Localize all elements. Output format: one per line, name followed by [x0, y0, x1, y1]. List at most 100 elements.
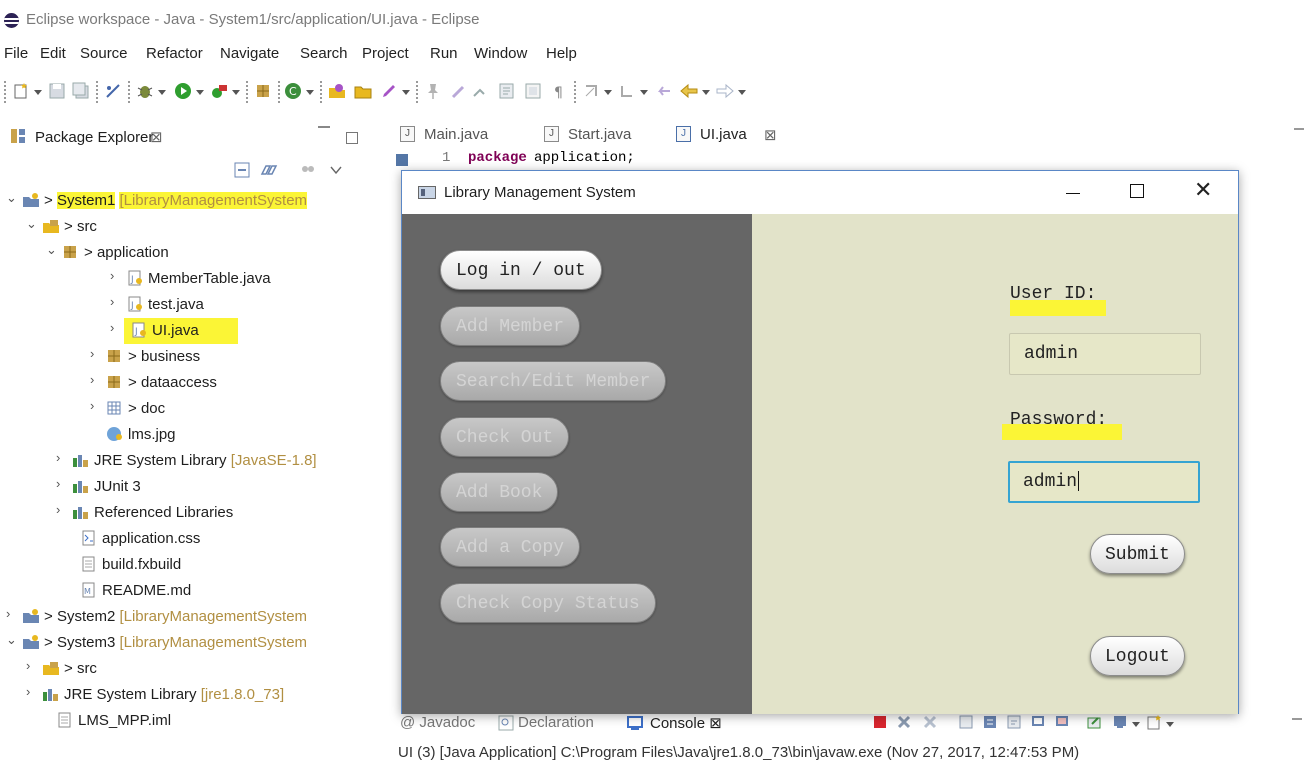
chevron-down-icon[interactable]: ⌄ [26, 216, 37, 232]
previous-annotation-icon[interactable] [618, 82, 636, 100]
tree-item-lms-jpg[interactable]: lms.jpg [0, 422, 386, 448]
maximize-icon[interactable] [346, 132, 358, 144]
tree-item-membertable[interactable]: › J MemberTable.java [0, 266, 386, 292]
chevron-right-icon[interactable]: › [110, 320, 120, 335]
display-selected-console-icon[interactable] [1112, 714, 1128, 730]
chevron-right-icon[interactable]: › [26, 684, 36, 699]
last-edit-location-icon[interactable] [654, 82, 672, 100]
clear-console-icon[interactable] [958, 714, 974, 730]
dropdown-arrow-icon[interactable] [158, 90, 166, 95]
tree-item-jre-system-library[interactable]: › JRE System Library [jre1.8.0_73] [0, 682, 386, 708]
dropdown-arrow-icon[interactable] [34, 90, 42, 95]
tree-item-doc[interactable]: › > doc [0, 396, 386, 422]
tree-item-build-fxbuild[interactable]: build.fxbuild [0, 552, 386, 578]
tree-item-readme[interactable]: M README.md [0, 578, 386, 604]
dropdown-arrow-icon[interactable] [306, 90, 314, 95]
code-line[interactable]: 1 package application; [396, 150, 1306, 170]
link-with-editor-icon[interactable] [260, 162, 278, 178]
dropdown-arrow-icon[interactable] [738, 90, 746, 95]
tree-item-test[interactable]: › J test.java [0, 292, 386, 318]
close-icon[interactable]: ⊠ [150, 128, 163, 146]
tree-item-src[interactable]: › > src [0, 656, 386, 682]
remove-all-icon[interactable] [922, 714, 940, 730]
pin-console-icon[interactable] [1086, 714, 1102, 730]
menu-window[interactable]: Window [474, 45, 527, 62]
dropdown-arrow-icon[interactable] [702, 90, 710, 95]
show-console-icon[interactable] [1030, 714, 1046, 730]
menu-help[interactable]: Help [546, 45, 577, 62]
menu-refactor[interactable]: Refactor [146, 45, 203, 62]
tree-item-jre-system-library[interactable]: › JRE System Library [JavaSE-1.8] [0, 448, 386, 474]
menu-source[interactable]: Source [80, 45, 128, 62]
tab-start-java[interactable]: J Start.java [544, 124, 664, 150]
new-java-class-icon[interactable]: C [284, 82, 302, 100]
dropdown-arrow-icon[interactable] [1132, 722, 1140, 727]
dropdown-arrow-icon[interactable] [640, 90, 648, 95]
chevron-right-icon[interactable]: › [90, 398, 100, 413]
block-selection-icon[interactable] [472, 82, 490, 100]
open-type-icon[interactable] [328, 82, 346, 100]
chevron-right-icon[interactable]: › [56, 502, 66, 517]
tab-ui-java[interactable]: J UI.java ⊠ [676, 124, 796, 150]
save-all-icon[interactable] [72, 82, 90, 100]
tree-item-system1[interactable]: ⌄ > System1 [LibraryManagementSystem [0, 188, 386, 214]
search-pen-icon[interactable] [380, 82, 398, 100]
tab-declaration[interactable]: Declaration [518, 714, 594, 731]
tree-item-junit[interactable]: › JUnit 3 [0, 474, 386, 500]
menu-project[interactable]: Project [362, 45, 409, 62]
menu-search[interactable]: Search [300, 45, 348, 62]
menu-edit[interactable]: Edit [40, 45, 66, 62]
chevron-right-icon[interactable]: › [6, 606, 16, 621]
maximize-icon[interactable] [1130, 184, 1144, 198]
dropdown-arrow-icon[interactable] [232, 90, 240, 95]
show-source-icon[interactable] [498, 82, 516, 100]
tree-item-system2[interactable]: › > System2 [LibraryManagementSystem [0, 604, 386, 630]
tree-item-dataaccess[interactable]: › > dataaccess [0, 370, 386, 396]
pilcrow-icon[interactable]: ¶ [550, 82, 568, 100]
check-out-button[interactable]: Check Out [440, 417, 570, 457]
scroll-lock-icon[interactable] [982, 714, 998, 730]
tree-item-business[interactable]: › > business [0, 344, 386, 370]
login-logout-button[interactable]: Log in / out [440, 250, 602, 290]
save-icon[interactable] [48, 82, 66, 100]
chevron-right-icon[interactable]: › [90, 346, 100, 361]
check-copy-status-button[interactable]: Check Copy Status [440, 583, 656, 623]
show-whitespace-icon[interactable] [524, 82, 542, 100]
open-console-icon[interactable] [1146, 714, 1162, 730]
tab-package-explorer[interactable]: Package Explorer ⊠ [10, 124, 222, 152]
focus-icon[interactable] [300, 162, 316, 178]
new-java-package-icon[interactable] [254, 82, 272, 100]
close-icon[interactable]: ⊠ [764, 126, 777, 144]
password-input[interactable]: admin [1008, 461, 1200, 503]
tree-item-application-css[interactable]: application.css [0, 526, 386, 552]
menu-navigate[interactable]: Navigate [220, 45, 279, 62]
tree-item-lms-mpp-iml[interactable]: LMS_MPP.iml [0, 708, 386, 734]
chevron-down-icon[interactable]: ⌄ [46, 242, 57, 258]
search-edit-member-button[interactable]: Search/Edit Member [440, 361, 667, 401]
chevron-right-icon[interactable]: › [56, 450, 66, 465]
tab-main-java[interactable]: J Main.java [400, 124, 530, 150]
external-tools-icon[interactable] [210, 82, 228, 100]
chevron-down-icon[interactable]: ⌄ [6, 632, 17, 648]
add-copy-button[interactable]: Add a Copy [440, 527, 581, 567]
dropdown-arrow-icon[interactable] [402, 90, 410, 95]
user-id-input[interactable]: admin [1009, 333, 1201, 375]
dropdown-arrow-icon[interactable] [1166, 722, 1174, 727]
dropdown-arrow-icon[interactable] [604, 90, 612, 95]
collapse-all-icon[interactable] [234, 162, 250, 178]
tree-item-ui[interactable]: › J UI.java [0, 318, 386, 344]
minimize-icon[interactable] [1292, 718, 1302, 720]
chevron-right-icon[interactable]: › [90, 372, 100, 387]
chevron-down-icon[interactable]: ⌄ [6, 190, 17, 206]
minimize-icon[interactable] [1294, 128, 1304, 130]
tree-item-application[interactable]: ⌄ > application [0, 240, 386, 266]
close-icon[interactable]: ✕ [1194, 177, 1212, 203]
menu-file[interactable]: File [4, 45, 28, 62]
chevron-right-icon[interactable]: › [26, 658, 36, 673]
next-annotation-icon[interactable] [582, 82, 600, 100]
tree-item-system3[interactable]: ⌄ > System3 [LibraryManagementSystem [0, 630, 386, 656]
menu-run[interactable]: Run [430, 45, 458, 62]
logout-button[interactable]: Logout [1090, 636, 1185, 676]
add-book-button[interactable]: Add Book [440, 472, 559, 512]
minimize-icon[interactable] [318, 126, 330, 128]
